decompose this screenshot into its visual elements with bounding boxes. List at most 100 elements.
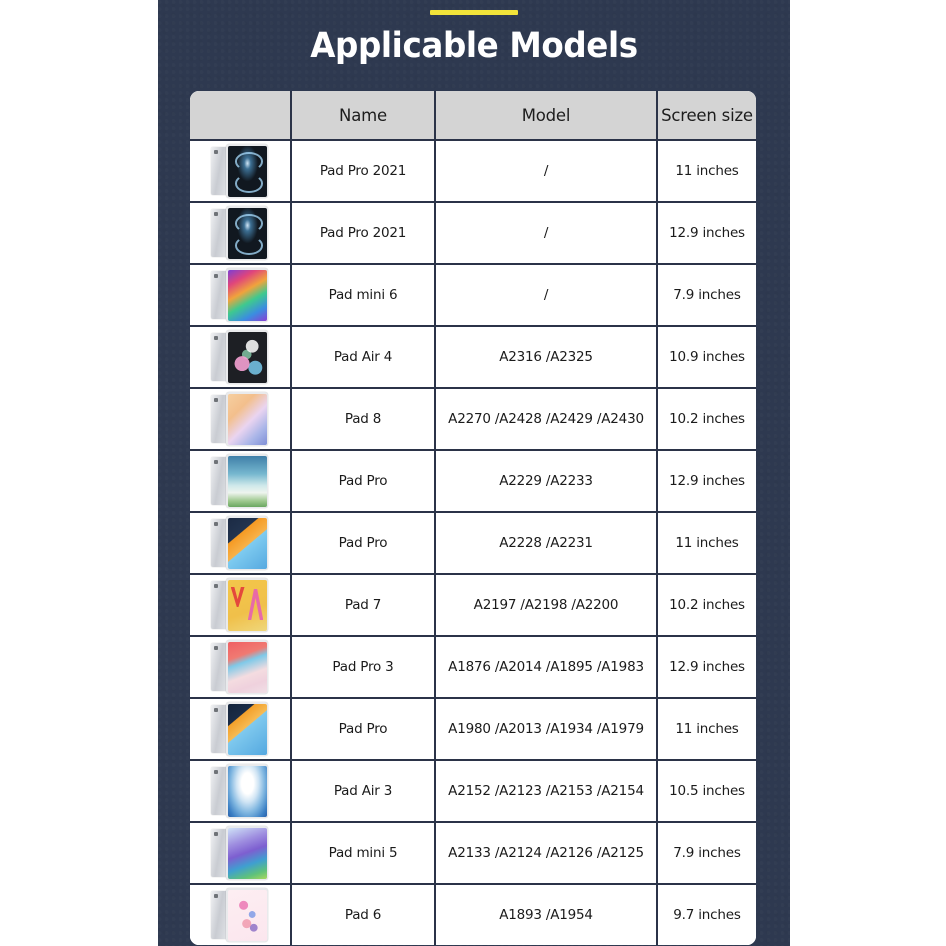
tablet-screen-art — [227, 517, 267, 569]
tablet-icon — [211, 206, 269, 260]
tablet-icon — [211, 144, 269, 198]
device-name-cell: Pad Pro — [291, 697, 436, 760]
device-thumbnail-cell — [190, 635, 292, 698]
table-row: Pad mini 5 A2133 /A2124 /A2126 /A2125 7.9 … — [190, 821, 756, 884]
tablet-front-icon — [226, 206, 268, 260]
device-name-cell: Pad Pro — [291, 511, 436, 574]
tablet-screen-art — [227, 145, 267, 197]
device-screen-size-cell: 12.9 inches — [657, 449, 756, 512]
tablet-icon — [211, 392, 269, 446]
tablet-front-icon — [226, 888, 268, 942]
device-screen-size-cell: 10.2 inches — [657, 573, 756, 636]
tablet-icon — [211, 516, 269, 570]
tablet-front-icon — [226, 330, 268, 384]
device-thumbnail-cell — [190, 821, 292, 884]
tablet-screen-art — [227, 765, 267, 817]
tablet-screen-art — [227, 579, 267, 631]
device-screen-size-cell: 7.9 inches — [657, 821, 756, 884]
tablet-screen-art — [227, 331, 267, 383]
tablet-front-icon — [226, 144, 268, 198]
device-name-cell: Pad Pro 3 — [291, 635, 436, 698]
table-header: Name Model Screen size — [190, 91, 756, 140]
tablet-icon — [211, 702, 269, 756]
tablet-icon — [211, 330, 269, 384]
device-thumbnail-cell — [190, 387, 292, 450]
tablet-screen-art — [227, 455, 267, 507]
device-thumbnail-cell — [190, 511, 292, 574]
device-model-cell: A2133 /A2124 /A2126 /A2125 — [435, 821, 658, 884]
device-thumbnail-cell — [190, 883, 292, 945]
column-header-thumbnail — [190, 91, 292, 140]
table-row: Pad 6 A1893 /A1954 9.7 inches — [190, 883, 756, 945]
table-row: Pad 8 A2270 /A2428 /A2429 /A2430 10.2 inch… — [190, 387, 756, 450]
device-screen-size-cell: 12.9 inches — [657, 635, 756, 698]
column-header-screen-size: Screen size — [657, 91, 756, 140]
page-root: Applicable Models Name Model Screen size… — [0, 0, 946, 946]
device-name-cell: Pad mini 5 — [291, 821, 436, 884]
tablet-icon — [211, 764, 269, 818]
tablet-screen-art — [227, 889, 267, 941]
column-header-name: Name — [291, 91, 436, 140]
tablet-front-icon — [226, 392, 268, 446]
device-name-cell: Pad 6 — [291, 883, 436, 945]
tablet-icon — [211, 268, 269, 322]
device-screen-size-cell: 10.2 inches — [657, 387, 756, 450]
column-header-model: Model — [435, 91, 658, 140]
content-panel: Applicable Models Name Model Screen size… — [158, 0, 790, 946]
device-screen-size-cell: 9.7 inches — [657, 883, 756, 945]
device-model-cell: A1893 /A1954 — [435, 883, 658, 945]
device-name-cell: Pad 8 — [291, 387, 436, 450]
tablet-front-icon — [226, 516, 268, 570]
tablet-screen-art — [227, 269, 267, 321]
device-model-cell: A2270 /A2428 /A2429 /A2430 — [435, 387, 658, 450]
table-row: Pad Pro A1980 /A2013 /A1934 /A1979 11 inch… — [190, 697, 756, 760]
tablet-screen-art — [227, 207, 267, 259]
table-body: Pad Pro 2021/11 inches Pad Pro 2021/12.9 … — [190, 139, 756, 945]
device-thumbnail-cell — [190, 759, 292, 822]
tablet-icon — [211, 640, 269, 694]
page-title: Applicable Models — [310, 26, 638, 66]
device-screen-size-cell: 11 inches — [657, 139, 756, 202]
table-header-row: Name Model Screen size — [190, 91, 756, 140]
table-row: Pad Pro A2229 /A2233 12.9 inches — [190, 449, 756, 512]
device-name-cell: Pad 7 — [291, 573, 436, 636]
device-screen-size-cell: 10.5 inches — [657, 759, 756, 822]
device-thumbnail-cell — [190, 573, 292, 636]
tablet-front-icon — [226, 454, 268, 508]
device-model-cell: A2229 /A2233 — [435, 449, 658, 512]
tablet-screen-art — [227, 827, 267, 879]
device-thumbnail-cell — [190, 449, 292, 512]
device-model-cell: A1876 /A2014 /A1895 /A1983 — [435, 635, 658, 698]
tablet-front-icon — [226, 268, 268, 322]
applicable-models-table-container: Name Model Screen size Pad Pro 2021/11 i… — [190, 91, 756, 945]
device-name-cell: Pad Air 3 — [291, 759, 436, 822]
device-model-cell: / — [435, 201, 658, 264]
device-screen-size-cell: 7.9 inches — [657, 263, 756, 326]
device-name-cell: Pad Air 4 — [291, 325, 436, 388]
tablet-icon — [211, 888, 269, 942]
tablet-front-icon — [226, 578, 268, 632]
table-row: Pad mini 6/7.9 inches — [190, 263, 756, 326]
device-thumbnail-cell — [190, 325, 292, 388]
device-thumbnail-cell — [190, 263, 292, 326]
device-name-cell: Pad Pro — [291, 449, 436, 512]
device-name-cell: Pad Pro 2021 — [291, 201, 436, 264]
table-row: Pad 7 A2197 /A2198 /A2200 10.2 inches — [190, 573, 756, 636]
device-model-cell: / — [435, 263, 658, 326]
device-thumbnail-cell — [190, 139, 292, 202]
device-name-cell: Pad Pro 2021 — [291, 139, 436, 202]
table-row: Pad Air 3 A2152 /A2123 /A2153 /A2154 10.5 … — [190, 759, 756, 822]
table-row: Pad Air 4 A2316 /A2325 10.9 inches — [190, 325, 756, 388]
tablet-screen-art — [227, 641, 267, 693]
tablet-front-icon — [226, 764, 268, 818]
table-row: Pad Pro 2021/11 inches — [190, 139, 756, 202]
table-row: Pad Pro 2021/12.9 inches — [190, 201, 756, 264]
device-thumbnail-cell — [190, 201, 292, 264]
device-model-cell: A2152 /A2123 /A2153 /A2154 — [435, 759, 658, 822]
tablet-screen-art — [227, 703, 267, 755]
applicable-models-table: Name Model Screen size Pad Pro 2021/11 i… — [190, 91, 756, 945]
tablet-front-icon — [226, 640, 268, 694]
tablet-icon — [211, 826, 269, 880]
device-model-cell: A2316 /A2325 — [435, 325, 658, 388]
tablet-icon — [211, 578, 269, 632]
